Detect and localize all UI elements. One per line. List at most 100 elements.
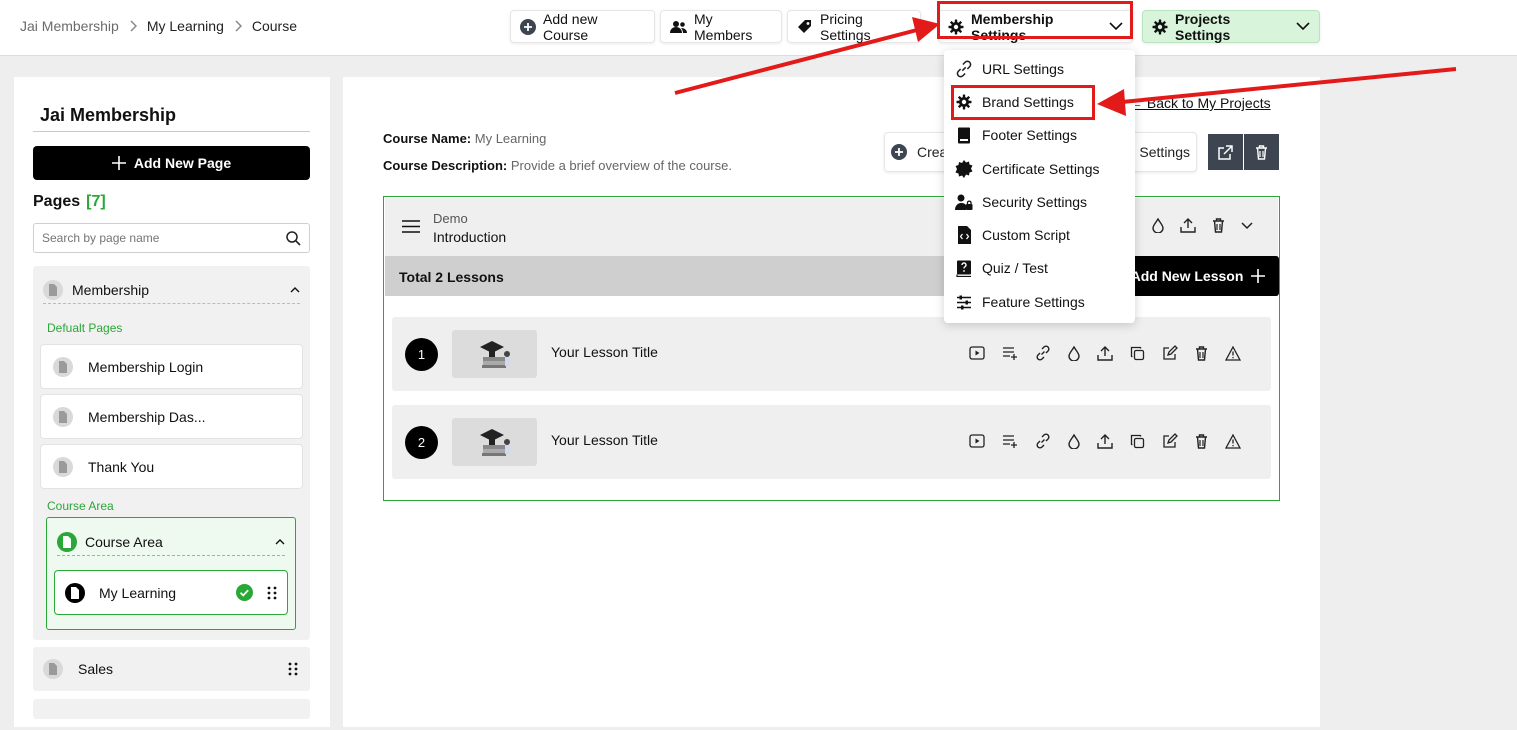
edit-icon[interactable] xyxy=(1162,433,1178,449)
link-icon[interactable] xyxy=(1035,345,1051,361)
external-link-icon xyxy=(1218,144,1233,160)
upload-icon[interactable] xyxy=(1180,218,1196,233)
link-icon xyxy=(954,60,974,78)
menu-item-quiz-test[interactable]: Quiz / Test xyxy=(954,256,1048,280)
sidebar-item-membership-login[interactable]: Membership Login xyxy=(40,344,303,389)
delete-course-button[interactable] xyxy=(1244,134,1279,170)
upload-icon[interactable] xyxy=(1097,345,1113,361)
default-pages-label: Defualt Pages xyxy=(47,321,123,335)
lesson-row[interactable]: 1 Your Lesson Title xyxy=(392,317,1271,391)
membership-group-header[interactable]: Membership xyxy=(43,276,300,304)
link-icon[interactable] xyxy=(1035,433,1051,449)
lesson-title: Your Lesson Title xyxy=(551,344,658,360)
lesson-thumbnail xyxy=(452,330,537,378)
copy-icon[interactable] xyxy=(1130,346,1145,361)
list-item[interactable] xyxy=(33,699,310,719)
search-input[interactable] xyxy=(42,231,286,245)
pages-count: [7] xyxy=(86,193,106,210)
trash-icon xyxy=(1255,144,1268,160)
menu-item-url-settings[interactable]: URL Settings xyxy=(954,57,1064,81)
plus-circle-icon xyxy=(891,144,907,160)
sidebar-item-my-learning[interactable]: My Learning xyxy=(54,570,288,615)
menu-item-label: URL Settings xyxy=(982,61,1064,77)
drop-icon[interactable] xyxy=(1068,345,1080,361)
copy-icon[interactable] xyxy=(1130,434,1145,449)
my-members-button[interactable]: My Members xyxy=(660,10,782,43)
trash-icon[interactable] xyxy=(1195,345,1208,361)
drag-handle-icon[interactable] xyxy=(288,662,298,676)
main-panel: ← Back to My Projects Course Name: My Le… xyxy=(343,77,1320,727)
warning-icon[interactable] xyxy=(1225,433,1241,449)
video-icon[interactable] xyxy=(969,434,985,448)
menu-item-security-settings[interactable]: Security Settings xyxy=(954,190,1087,214)
drag-handle-icon[interactable] xyxy=(267,586,277,600)
open-external-button[interactable] xyxy=(1208,134,1243,170)
playlist-add-icon[interactable] xyxy=(1002,434,1018,448)
breadcrumb-item-my-learning[interactable]: My Learning xyxy=(147,18,224,34)
projects-settings-button[interactable]: Projects Settings xyxy=(1142,10,1320,43)
module-label: Demo xyxy=(433,211,468,226)
course-area-section-label: Course Area xyxy=(47,499,114,513)
menu-item-custom-script[interactable]: Custom Script xyxy=(954,223,1070,247)
menu-icon[interactable] xyxy=(402,220,420,233)
lessons-bar: Total 2 Lessons Add New Lesson xyxy=(385,256,1279,296)
highlight-box-membership-settings xyxy=(937,1,1133,39)
upload-icon[interactable] xyxy=(1097,433,1113,449)
trash-icon[interactable] xyxy=(1212,218,1225,233)
chevron-up-icon[interactable] xyxy=(290,286,300,293)
lesson-tools xyxy=(969,345,1241,361)
file-icon xyxy=(57,531,77,552)
drop-icon[interactable] xyxy=(1152,218,1164,233)
gear-icon xyxy=(1152,19,1168,35)
user-lock-icon xyxy=(954,194,974,211)
add-new-lesson-button[interactable]: Add New Lesson xyxy=(1117,256,1279,296)
course-area-header[interactable]: Course Area xyxy=(57,528,285,556)
search-icon[interactable] xyxy=(286,230,301,246)
course-name: Course Name: My Learning xyxy=(383,131,546,146)
edit-icon[interactable] xyxy=(1162,345,1178,361)
module-header[interactable]: Demo Introduction xyxy=(385,198,1278,256)
lesson-tools xyxy=(969,433,1241,449)
chevron-up-icon[interactable] xyxy=(275,538,285,545)
course-area-group: Course Area My Learning xyxy=(46,517,296,630)
lesson-row[interactable]: 2 Your Lesson Title xyxy=(392,405,1271,479)
divider xyxy=(33,131,310,132)
my-members-label: My Members xyxy=(694,10,753,43)
lesson-thumbnail xyxy=(452,418,537,466)
sidebar-item-sales[interactable]: Sales xyxy=(33,647,310,691)
file-icon xyxy=(53,356,73,377)
breadcrumb-item-course: Course xyxy=(251,18,298,34)
course-area-title: Course Area xyxy=(85,533,163,550)
back-to-projects-link[interactable]: ← Back to My Projects xyxy=(1129,95,1271,111)
lesson-title: Your Lesson Title xyxy=(551,432,658,448)
certificate-badge-icon xyxy=(954,160,974,178)
chevron-down-icon[interactable] xyxy=(1241,221,1253,230)
breadcrumb-item-project[interactable]: Jai Membership xyxy=(20,18,119,34)
highlight-box-brand-settings xyxy=(951,85,1095,120)
pages-heading: Pages [7] xyxy=(33,193,106,211)
add-new-course-button[interactable]: Add new Course xyxy=(510,10,655,43)
chevron-right-icon xyxy=(234,20,242,32)
menu-item-label: Custom Script xyxy=(982,227,1070,243)
playlist-add-icon[interactable] xyxy=(1002,346,1018,360)
video-icon[interactable] xyxy=(969,346,985,360)
menu-item-certificate-settings[interactable]: Certificate Settings xyxy=(954,157,1100,181)
module-card: Demo Introduction Total 2 Lessons Add Ne… xyxy=(383,196,1280,501)
create-button-label: Crea xyxy=(917,144,948,160)
sliders-icon xyxy=(954,295,974,310)
menu-item-footer-settings[interactable]: Footer Settings xyxy=(954,123,1077,147)
add-new-page-button[interactable]: Add New Page xyxy=(33,146,310,180)
drop-icon[interactable] xyxy=(1068,433,1080,449)
add-new-course-label: Add new Course xyxy=(543,10,598,43)
trash-icon[interactable] xyxy=(1195,433,1208,449)
warning-icon[interactable] xyxy=(1225,345,1241,361)
file-icon xyxy=(53,456,73,477)
pricing-settings-button[interactable]: Pricing Settings xyxy=(787,10,921,43)
menu-item-label: Feature Settings xyxy=(982,294,1085,310)
pricing-settings-label: Pricing Settings xyxy=(820,10,871,43)
menu-item-feature-settings[interactable]: Feature Settings xyxy=(954,290,1085,314)
file-icon xyxy=(43,659,63,679)
sidebar-item-membership-dashboard[interactable]: Membership Das... xyxy=(40,394,303,439)
page-search xyxy=(33,223,310,253)
sidebar-item-thank-you[interactable]: Thank You xyxy=(40,444,303,489)
